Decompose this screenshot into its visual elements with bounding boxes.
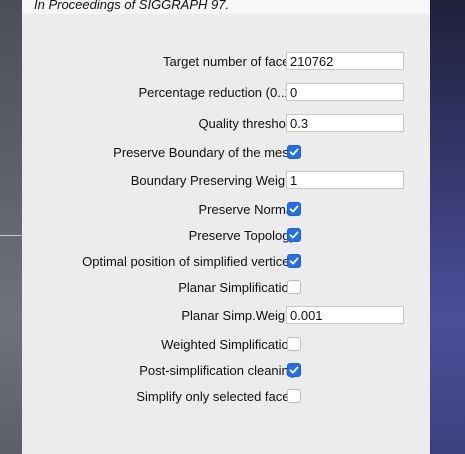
preserve-normal-label: Preserve Normal xyxy=(198,202,296,217)
weighted-simplification-label: Weighted Simplification xyxy=(161,337,296,352)
optimal-position-label: Optimal position of simplified vertices xyxy=(82,254,296,269)
row-optimal-position: Optimal position of simplified vertices xyxy=(22,251,430,273)
row-preserve-boundary: Preserve Boundary of the mesh xyxy=(22,142,430,164)
background-viewport-right xyxy=(430,0,465,454)
preserve-topology-label: Preserve Topology xyxy=(188,228,296,243)
checkmark-icon xyxy=(289,366,299,374)
planar-simplification-label: Planar Simplification xyxy=(178,280,296,295)
row-selected-only: Simplify only selected faces xyxy=(22,386,430,408)
preserve-topology-checkbox[interactable] xyxy=(287,228,301,242)
target-faces-label: Target number of faces xyxy=(163,54,296,69)
row-percentage-reduction: Percentage reduction (0..1) 0 xyxy=(22,82,430,104)
post-cleaning-checkbox[interactable] xyxy=(287,363,301,377)
preserve-normal-checkbox[interactable] xyxy=(287,202,301,216)
planar-simplification-checkbox[interactable] xyxy=(287,280,301,294)
boundary-weight-input[interactable]: 1 xyxy=(286,171,404,189)
target-faces-input[interactable]: 210762 xyxy=(286,52,404,70)
optimal-position-checkbox[interactable] xyxy=(287,254,301,268)
row-preserve-topology: Preserve Topology xyxy=(22,225,430,247)
row-weighted-simplification: Weighted Simplification xyxy=(22,334,430,356)
post-cleaning-label: Post-simplification cleaning xyxy=(139,363,296,378)
background-viewport-left xyxy=(0,0,22,454)
planar-weight-label: Planar Simp.Weight xyxy=(181,308,296,323)
reference-text: In Proceedings of SIGGRAPH 97. xyxy=(34,0,230,12)
selected-only-label: Simplify only selected faces xyxy=(136,389,296,404)
weighted-simplification-checkbox[interactable] xyxy=(287,337,301,351)
percentage-reduction-input[interactable]: 0 xyxy=(286,83,404,101)
checkmark-icon xyxy=(289,257,299,265)
quality-threshold-input[interactable]: 0.3 xyxy=(286,114,404,132)
row-target-faces: Target number of faces 210762 xyxy=(22,51,430,73)
checkmark-icon xyxy=(289,148,299,156)
row-preserve-normal: Preserve Normal xyxy=(22,199,430,221)
planar-weight-input[interactable]: 0.001 xyxy=(286,306,404,324)
app-window: In Proceedings of SIGGRAPH 97. Target nu… xyxy=(0,0,465,454)
boundary-weight-label: Boundary Preserving Weight xyxy=(130,173,296,188)
quality-threshold-label: Quality threshold xyxy=(198,116,296,131)
preserve-boundary-checkbox[interactable] xyxy=(287,145,301,159)
row-post-cleaning: Post-simplification cleaning xyxy=(22,360,430,382)
preserve-boundary-label: Preserve Boundary of the mesh xyxy=(113,145,296,160)
row-quality-threshold: Quality threshold 0.3 xyxy=(22,113,430,135)
row-boundary-weight: Boundary Preserving Weight 1 xyxy=(22,170,430,192)
percentage-reduction-label: Percentage reduction (0..1) xyxy=(138,85,296,100)
viewport-guide-line xyxy=(0,235,22,236)
selected-only-checkbox[interactable] xyxy=(287,389,301,403)
row-planar-weight: Planar Simp.Weight 0.001 xyxy=(22,305,430,327)
row-planar-simplification: Planar Simplification xyxy=(22,277,430,299)
checkmark-icon xyxy=(289,231,299,239)
checkmark-icon xyxy=(289,205,299,213)
